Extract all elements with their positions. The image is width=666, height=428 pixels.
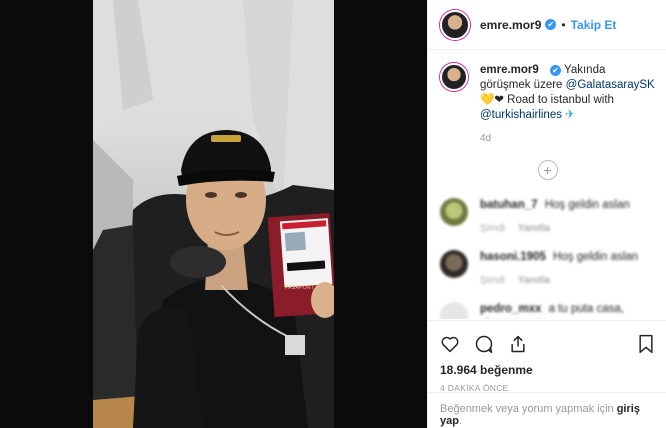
author-username[interactable]: emre.mor9 [480, 18, 541, 32]
comment-row: batuhan_7 Hoş geldin aslan Şimdi Yanıtla [440, 198, 655, 236]
comment-avatar[interactable] [440, 198, 468, 226]
heart-emoji-icon: 💛❤ [480, 94, 504, 106]
comment-username[interactable]: pedro_mxx [480, 303, 541, 315]
caption-time[interactable]: 4d [480, 131, 655, 146]
comment-username[interactable]: batuhan_7 [480, 199, 538, 211]
post-sidebar: emre.mor9 ✔ • Takip Et emre.mor9 ✔ Yakın… [427, 0, 666, 428]
comment-body: batuhan_7 Hoş geldin aslan Şimdi Yanıtla [480, 198, 655, 236]
post-photo[interactable]: PASAPORT [93, 0, 334, 428]
comment-row: hasoni.1905 Hoş geldin aslan Şimdi Yanıt… [440, 250, 655, 288]
comment-body: hasoni.1905 Hoş geldin aslan Şimdi Yanıt… [480, 250, 655, 288]
reply-button[interactable]: Yanıtla [518, 275, 550, 286]
follow-button[interactable]: Takip Et [571, 18, 617, 32]
caption-mention-turkishairlines[interactable]: @turkishairlines [480, 109, 562, 121]
login-prefix: Beğenmek veya yorum yapmak için [440, 403, 614, 415]
caption-part2: Road to istanbul with [507, 94, 614, 106]
caption-username[interactable]: emre.mor9 [480, 64, 539, 76]
author-avatar[interactable] [440, 9, 470, 40]
login-suffix: . [458, 415, 463, 427]
comment-text: Hoş geldin aslan [553, 251, 639, 263]
passport-label: PASAPORT [285, 285, 315, 291]
action-icons [440, 329, 655, 359]
login-prompt: Beğenmek veya yorum yapmak için giriş ya… [428, 392, 666, 428]
comment-row: pedro_mxx a tu puta casa, sinverguenza [440, 302, 655, 319]
comment-username[interactable]: hasoni.1905 [480, 251, 546, 263]
selfie-illustration [93, 0, 334, 428]
comment-time: Şimdi [480, 275, 506, 286]
post-actions: 18.964 beğenme 4 DAKİKA ÖNCE [428, 320, 666, 393]
bookmark-icon[interactable] [637, 334, 655, 354]
caption-avatar[interactable] [440, 63, 468, 91]
comment-time: Şimdi [480, 223, 506, 234]
heart-icon[interactable] [440, 334, 460, 354]
photo-panel: PASAPORT [0, 0, 427, 428]
load-more-comments[interactable]: + [440, 160, 655, 180]
caption-text: emre.mor9 ✔ Yakında görüşmek üzere @Gala… [480, 63, 655, 146]
airplane-emoji-icon: ✈ [565, 109, 575, 121]
caption-mention-galatasaray[interactable]: @GalatasaraySK [566, 79, 655, 91]
comment-avatar[interactable] [440, 250, 468, 278]
caption-verified-icon: ✔ [550, 65, 562, 76]
comment-body: pedro_mxx a tu puta casa, sinverguenza [480, 302, 655, 319]
share-icon[interactable] [508, 334, 528, 354]
comments-panel[interactable]: emre.mor9 ✔ Yakında görüşmek üzere @Gala… [428, 51, 666, 319]
header-separator: • [561, 17, 566, 32]
reply-button[interactable]: Yanıtla [518, 223, 550, 234]
comment-avatar[interactable] [440, 302, 468, 319]
comment-text: Hoş geldin aslan [544, 199, 630, 211]
caption-row: emre.mor9 ✔ Yakında görüşmek üzere @Gala… [440, 63, 655, 146]
plus-circle-icon[interactable]: + [537, 160, 558, 180]
verified-icon: ✔ [545, 19, 557, 30]
comment-icon[interactable] [474, 334, 494, 354]
comment-meta: Şimdi Yanıtla [480, 273, 655, 288]
post-header: emre.mor9 ✔ • Takip Et [428, 0, 666, 50]
comment-meta: Şimdi Yanıtla [480, 221, 655, 236]
likes-count[interactable]: 18.964 beğenme [440, 363, 655, 377]
